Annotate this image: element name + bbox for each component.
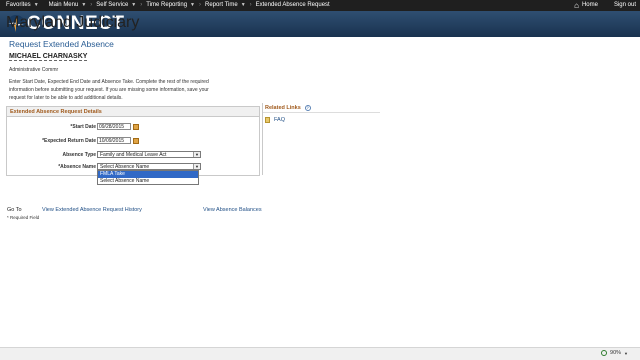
- calendar-icon[interactable]: [133, 124, 139, 130]
- sign-out-link[interactable]: Sign out: [614, 0, 636, 11]
- start-date-input[interactable]: 09/28/2015: [97, 123, 131, 130]
- goto-label: Go To: [7, 207, 22, 213]
- related-links-panel: Related Links ? FAQ: [262, 103, 380, 175]
- nav-favorites-label: Favorites: [6, 2, 31, 8]
- breadcrumb-separator: ›: [199, 2, 201, 8]
- chevron-down-icon: ▼: [131, 2, 137, 8]
- related-links-header: Related Links ?: [263, 103, 380, 113]
- history-link[interactable]: View Extended Absence Request History: [42, 207, 142, 213]
- related-links-title: Related Links: [265, 104, 301, 111]
- document-icon: [265, 117, 270, 123]
- chevron-down-icon: ▼: [193, 152, 200, 157]
- absence-type-value: Family and Medical Leave Act: [100, 152, 167, 158]
- details-header: Extended Absence Request Details: [7, 107, 259, 117]
- faq-label: FAQ: [274, 117, 286, 123]
- globe-icon: [601, 350, 608, 356]
- help-icon[interactable]: ?: [304, 104, 311, 111]
- nav-self-service-label: Self Service: [96, 2, 129, 8]
- chevron-down-icon: ▼: [81, 2, 87, 8]
- chevron-down-icon: ▼: [190, 2, 195, 8]
- absence-type-label: Absence Type: [62, 152, 96, 158]
- nav-right: ⌂ Home Sign out: [574, 0, 636, 11]
- nav-main-menu-label: Main Menu: [48, 2, 79, 8]
- chevron-down-icon: ▼: [240, 2, 246, 8]
- chevron-down-icon: ▼: [33, 2, 39, 8]
- return-date-label: *Expected Return Date: [42, 138, 96, 144]
- absence-type-select[interactable]: Family and Medical Leave Act ▼: [97, 151, 201, 158]
- breadcrumb-separator: ›: [140, 2, 143, 8]
- balances-link[interactable]: View Absence Balances: [203, 207, 262, 213]
- return-date-input[interactable]: 10/09/2015: [97, 137, 131, 144]
- logo-tagline: Maryland Judiciary: [6, 14, 140, 31]
- dropdown-option[interactable]: Select Absence Name: [98, 178, 198, 185]
- job-title: Administrative Commr: [9, 67, 59, 73]
- start-date-label: *Start Date: [70, 124, 96, 130]
- breadcrumb-separator: ›: [249, 2, 252, 8]
- home-label: Home: [581, 2, 598, 8]
- nav-favorites[interactable]: Favorites ▼: [6, 0, 39, 11]
- nav-report-time[interactable]: Report Time ▼: [205, 0, 246, 11]
- zoom-level: 90%: [610, 350, 622, 356]
- faq-link[interactable]: FAQ: [265, 117, 285, 123]
- nav-time-reporting[interactable]: Time Reporting ▼: [146, 0, 195, 11]
- absence-name-dropdown: FMLA Take Select Absence Name: [97, 170, 199, 185]
- employee-name: MICHAEL CHARNASKY: [9, 53, 88, 61]
- nav-main-menu[interactable]: Main Menu ▼: [49, 0, 87, 11]
- page-title: Request Extended Absence: [9, 39, 114, 49]
- zoom-control[interactable]: 90% ▼: [601, 350, 628, 356]
- breadcrumb-separator: ›: [90, 2, 93, 8]
- absence-name-select[interactable]: Select Absence Name ▼: [97, 163, 201, 170]
- home-icon: ⌂: [574, 1, 579, 10]
- banner: CONNECT Maryland Judiciary: [0, 11, 640, 37]
- top-nav-bar: Favorites ▼ Main Menu ▼ › Self Service ▼…: [0, 0, 640, 11]
- chevron-down-icon: ▼: [624, 350, 628, 356]
- nav-self-service[interactable]: Self Service ▼: [96, 0, 136, 11]
- chevron-down-icon: ▼: [193, 164, 200, 169]
- absence-name-label: *Absence Name: [58, 164, 96, 170]
- nav-report-time-label: Report Time: [205, 2, 238, 8]
- status-bar: 90% ▼: [0, 347, 640, 360]
- required-note: * Required Field: [7, 215, 40, 220]
- nav-current-page: Extended Absence Request: [255, 2, 330, 8]
- instructions-text: Enter Start Date, Expected End Date and …: [9, 79, 209, 101]
- dropdown-option[interactable]: FMLA Take: [98, 171, 198, 178]
- calendar-icon[interactable]: [133, 138, 139, 144]
- nav-time-reporting-label: Time Reporting: [146, 2, 188, 8]
- home-link[interactable]: ⌂ Home: [574, 0, 598, 11]
